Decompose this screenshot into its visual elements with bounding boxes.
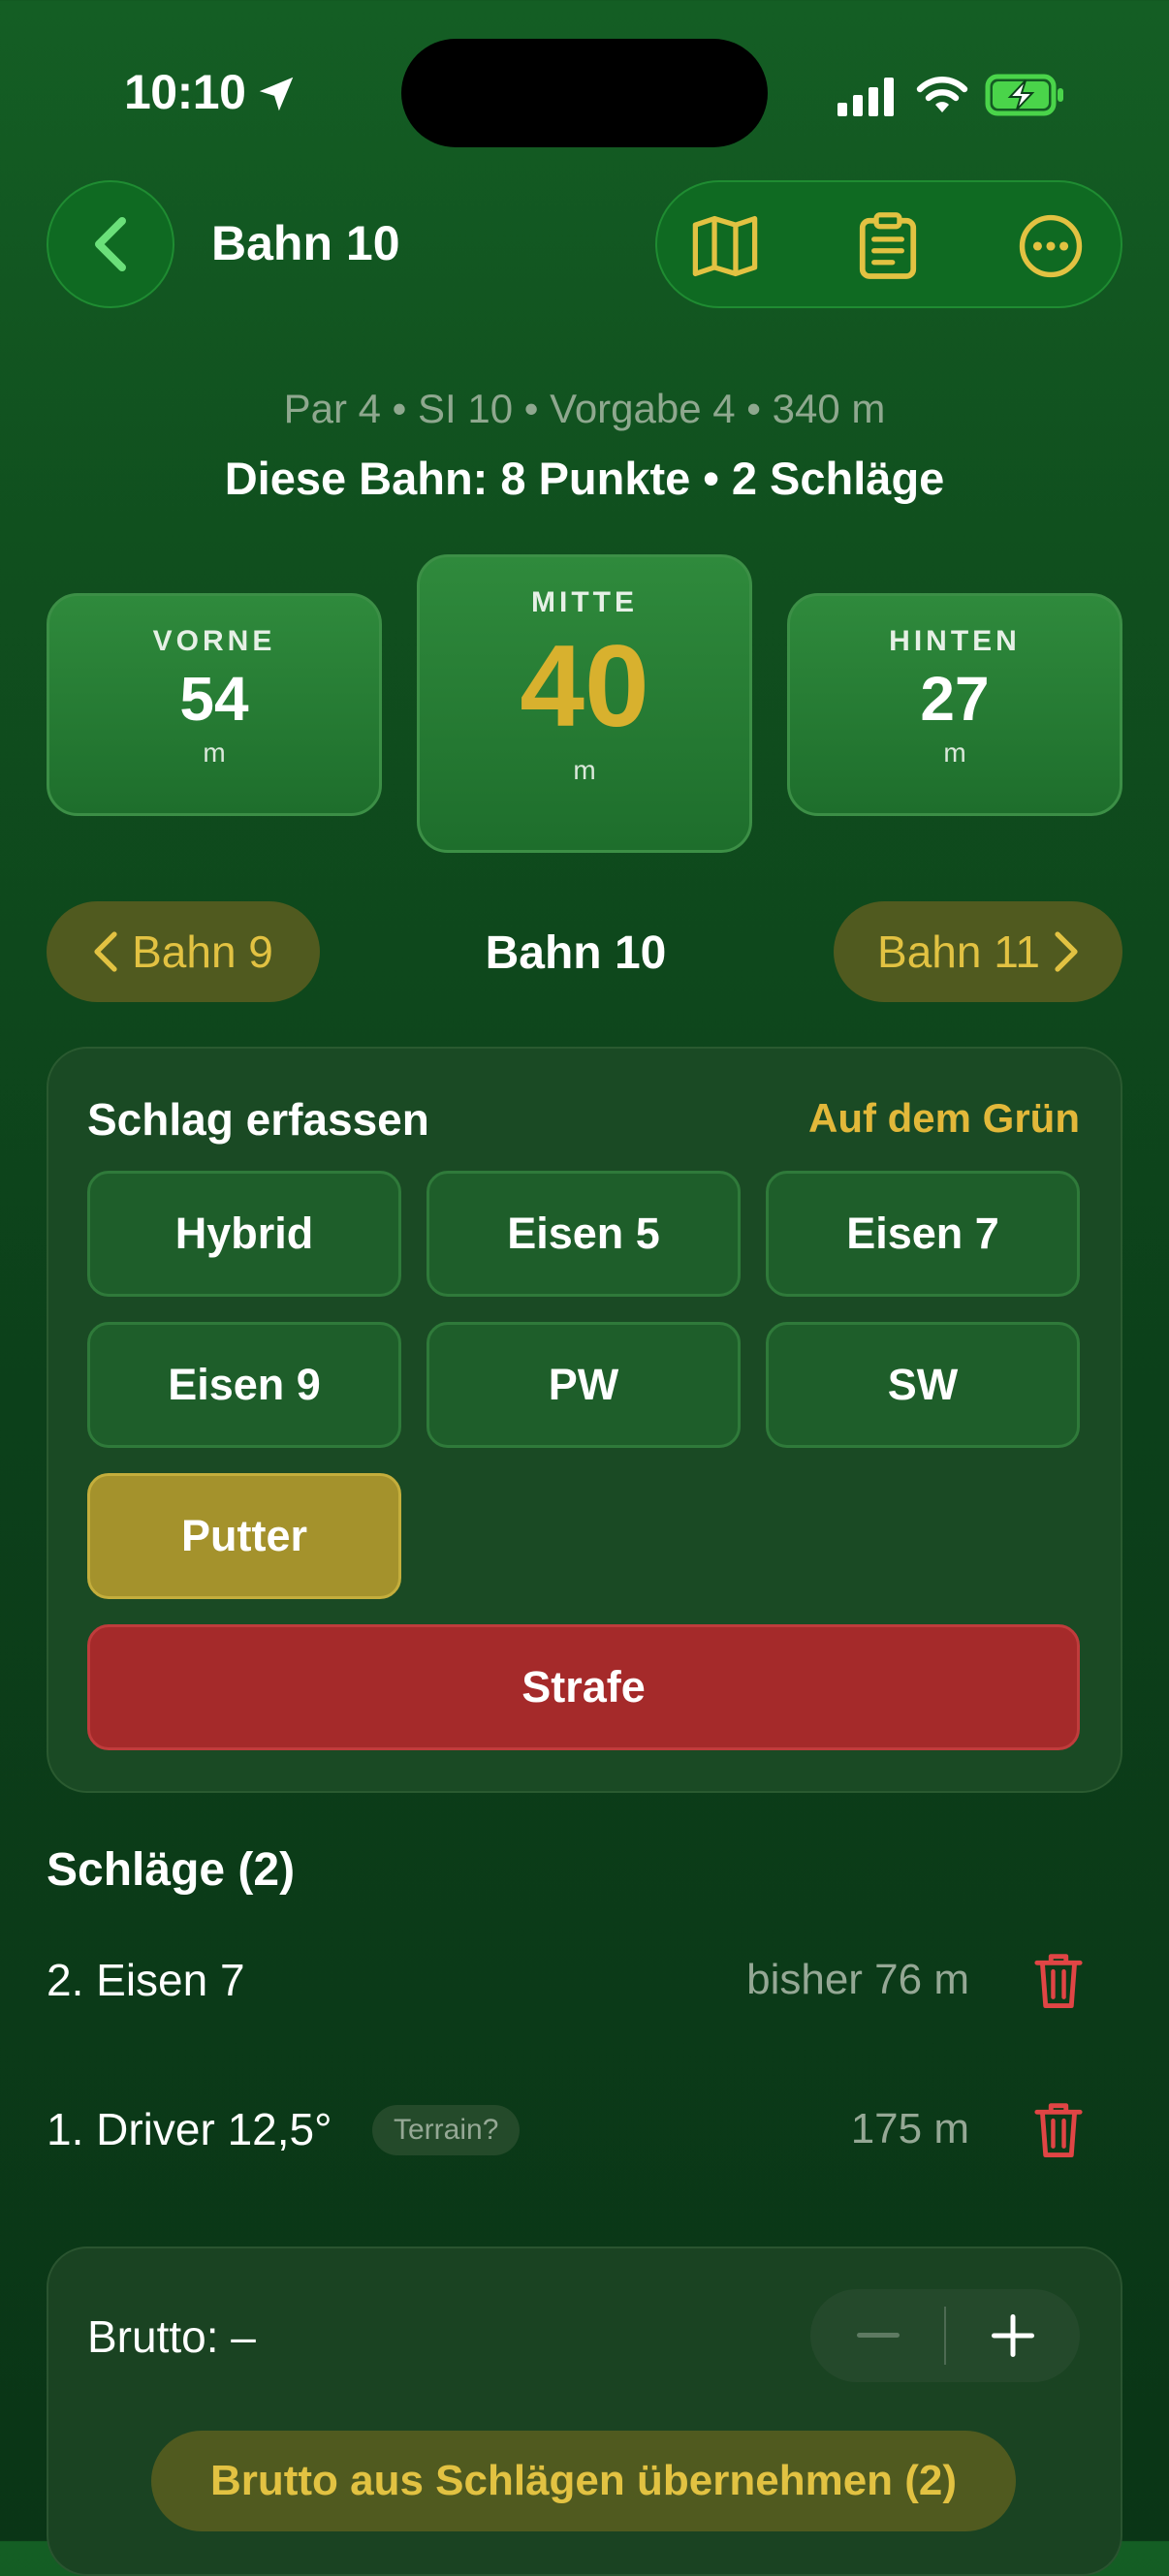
distance-back-card: HINTEN 27 m — [787, 593, 1122, 816]
back-button[interactable] — [47, 180, 174, 308]
plus-icon — [991, 2314, 1034, 2357]
distance-middle-label: MITTE — [531, 586, 638, 618]
brutto-decrement-button[interactable] — [810, 2289, 945, 2382]
more-icon — [1019, 214, 1083, 278]
distance-front-card: VORNE 54 m — [47, 593, 382, 816]
distance-front-label: VORNE — [152, 625, 276, 657]
distance-front-unit: m — [203, 738, 226, 768]
chevron-right-icon — [1055, 931, 1078, 972]
club-button-pw[interactable]: PW — [427, 1322, 741, 1448]
delete-shot-trash-icon[interactable] — [1031, 2099, 1086, 2159]
brutto-label: Brutto: – — [87, 2311, 256, 2362]
penalty-button[interactable]: Strafe — [87, 1624, 1080, 1750]
delete-shot-trash-icon[interactable] — [1031, 1950, 1086, 2010]
map-icon — [692, 215, 758, 277]
minus-icon — [856, 2333, 900, 2338]
brutto-increment-button[interactable] — [945, 2289, 1080, 2382]
brutto-stepper — [810, 2289, 1080, 2382]
club-button-hybrid[interactable]: Hybrid — [87, 1171, 401, 1297]
shot-row-name: 2. Eisen 7 — [47, 1955, 245, 2005]
distance-back-unit: m — [943, 738, 966, 768]
nav-action-group — [655, 180, 1122, 308]
next-hole-label: Bahn 11 — [877, 927, 1040, 977]
shot-row-name: 1. Driver 12,5° — [47, 2104, 332, 2154]
cellular-signal-icon — [837, 78, 894, 116]
location-arrow-icon — [259, 77, 294, 111]
club-button-putter[interactable]: Putter — [87, 1473, 401, 1599]
on-green-button[interactable]: Auf dem Grün — [737, 1095, 1080, 1142]
club-button-eisen-9[interactable]: Eisen 9 — [87, 1322, 401, 1448]
more-button[interactable] — [1016, 211, 1086, 281]
map-button[interactable] — [690, 211, 760, 281]
back-chevron-icon — [95, 217, 126, 271]
distance-front-value: 54 — [179, 664, 249, 734]
distance-middle-value: 40 — [520, 621, 649, 751]
distance-back-label: HINTEN — [889, 625, 1021, 657]
shot-row-distance: 175 m — [850, 2105, 969, 2152]
wifi-icon — [916, 77, 968, 112]
shot-row-distance: bisher 76 m — [746, 1956, 969, 2003]
apply-brutto-button[interactable]: Brutto aus Schlägen übernehmen (2) — [151, 2431, 1016, 2531]
club-button-sw[interactable]: SW — [766, 1322, 1080, 1448]
battery-charging-icon — [985, 74, 1063, 116]
dynamic-island — [401, 39, 768, 147]
terrain-badge[interactable]: Terrain? — [372, 2105, 521, 2155]
shots-section-title: Schläge (2) — [47, 1844, 296, 1896]
page-title: Bahn 10 — [211, 216, 400, 270]
distance-middle-card: MITTE 40 m — [417, 554, 752, 853]
distance-back-value: 27 — [920, 664, 990, 734]
clipboard-icon — [859, 212, 917, 279]
club-button-eisen-5[interactable]: Eisen 5 — [427, 1171, 741, 1297]
hole-details: Par 4 • SI 10 • Vorgabe 4 • 340 m — [283, 386, 886, 431]
hole-summary: Diese Bahn: 8 Punkte • 2 Schläge — [224, 453, 945, 504]
next-hole-button[interactable]: Bahn 11 — [834, 901, 1122, 1002]
club-button-eisen-7[interactable]: Eisen 7 — [766, 1171, 1080, 1297]
status-time: 10:10 — [124, 65, 246, 119]
distance-middle-unit: m — [573, 755, 596, 785]
shot-entry-title: Schlag erfassen — [87, 1094, 429, 1145]
scorecard-button[interactable] — [853, 211, 923, 281]
